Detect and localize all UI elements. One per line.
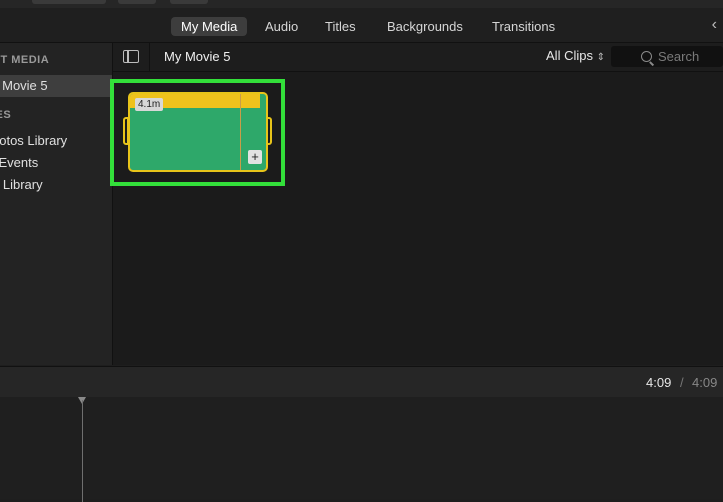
sidebar-heading-libraries: IES: [0, 109, 12, 121]
tab-my-media[interactable]: My Media: [171, 17, 248, 36]
search-placeholder: Search: [658, 49, 700, 64]
tab-titles[interactable]: Titles: [315, 17, 366, 36]
clip-highlight-outline: [110, 79, 285, 186]
sidebar-item-all-events[interactable]: l Events: [0, 152, 112, 174]
time-separator: /: [680, 375, 684, 390]
divider: [149, 43, 150, 71]
sidebar-item-my-movie-5[interactable]: y Movie 5: [0, 75, 112, 97]
sidebar-toggle-icon[interactable]: [123, 50, 139, 63]
browser-title: My Movie 5: [164, 49, 231, 64]
media-tab-bar: My Media Audio Titles Backgrounds Transi…: [0, 8, 723, 43]
toolbar-button-right[interactable]: [170, 0, 208, 4]
current-time: 4:09: [646, 375, 672, 390]
search-icon: [641, 51, 652, 62]
tab-backgrounds[interactable]: Backgrounds: [377, 17, 473, 36]
toolbar-button-left[interactable]: [118, 0, 156, 4]
timeline-header: 4:09 / 4:09: [0, 366, 723, 398]
search-field[interactable]: Search: [611, 46, 723, 67]
toolbar-button-import[interactable]: [32, 0, 106, 4]
tab-audio[interactable]: Audio: [255, 17, 308, 36]
clips-filter-label: All Clips: [546, 48, 593, 63]
sidebar-item-label: y Movie 5: [0, 78, 48, 93]
clips-filter-select[interactable]: All Clips ⇕: [546, 48, 605, 63]
browser-header: My Movie 5 All Clips ⇕ Search: [113, 43, 723, 72]
chevron-left-icon[interactable]: ‹: [712, 16, 717, 34]
sidebar-heading-project-media: CT MEDIA: [0, 54, 50, 66]
up-down-chevron-icon: ⇕: [596, 52, 605, 63]
sidebar-item-imovie-library[interactable]: e Library: [0, 174, 112, 196]
window-top-strip: [0, 0, 723, 8]
libraries-sidebar: CT MEDIA y Movie 5 IES hotos Library l E…: [0, 43, 113, 365]
playhead-line[interactable]: [82, 400, 83, 502]
tab-transitions[interactable]: Transitions: [482, 17, 565, 36]
timeline[interactable]: [0, 397, 723, 502]
sidebar-item-photos-library[interactable]: hotos Library: [0, 130, 112, 152]
total-time: 4:09: [692, 375, 718, 390]
